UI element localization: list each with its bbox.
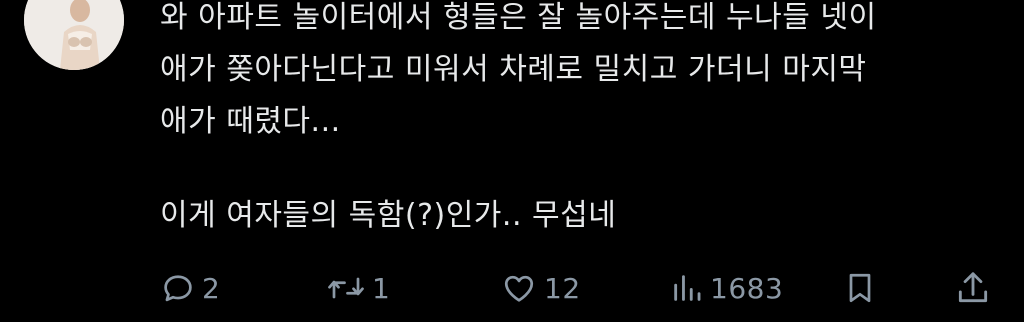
- bookmark-icon: [849, 273, 871, 303]
- reply-count: 2: [202, 271, 221, 305]
- bookmark-button[interactable]: [842, 266, 878, 310]
- avatar[interactable]: [24, 0, 124, 70]
- heart-icon: [504, 275, 534, 302]
- reply-button[interactable]: 2: [160, 266, 220, 310]
- post-line-4: 이게 여자들의 독함(?)인가.. 무섭네: [160, 198, 617, 233]
- like-button[interactable]: 12: [500, 266, 581, 310]
- action-bar: 2 1 12 1683: [0, 266, 1024, 310]
- retweet-icon: [328, 277, 364, 299]
- avatar-image: [24, 0, 124, 70]
- post-line-3: 애가 때렸다...: [160, 104, 341, 139]
- views-button[interactable]: 1683: [670, 266, 783, 310]
- share-icon: [958, 272, 988, 303]
- post-line-2: 애가 쫒아다닌다고 미워서 차례로 밀치고 가더니 마지막: [160, 52, 867, 87]
- views-icon: [674, 275, 701, 301]
- share-button[interactable]: [954, 266, 992, 310]
- like-count: 12: [544, 271, 581, 305]
- post-line-1: 와 아파트 놀이터에서 형들은 잘 놀아주는데 누나들 넷이: [160, 0, 877, 35]
- reply-icon: [164, 275, 192, 302]
- retweet-count: 1: [372, 271, 391, 305]
- views-count: 1683: [710, 271, 784, 305]
- retweet-button[interactable]: 1: [326, 266, 390, 310]
